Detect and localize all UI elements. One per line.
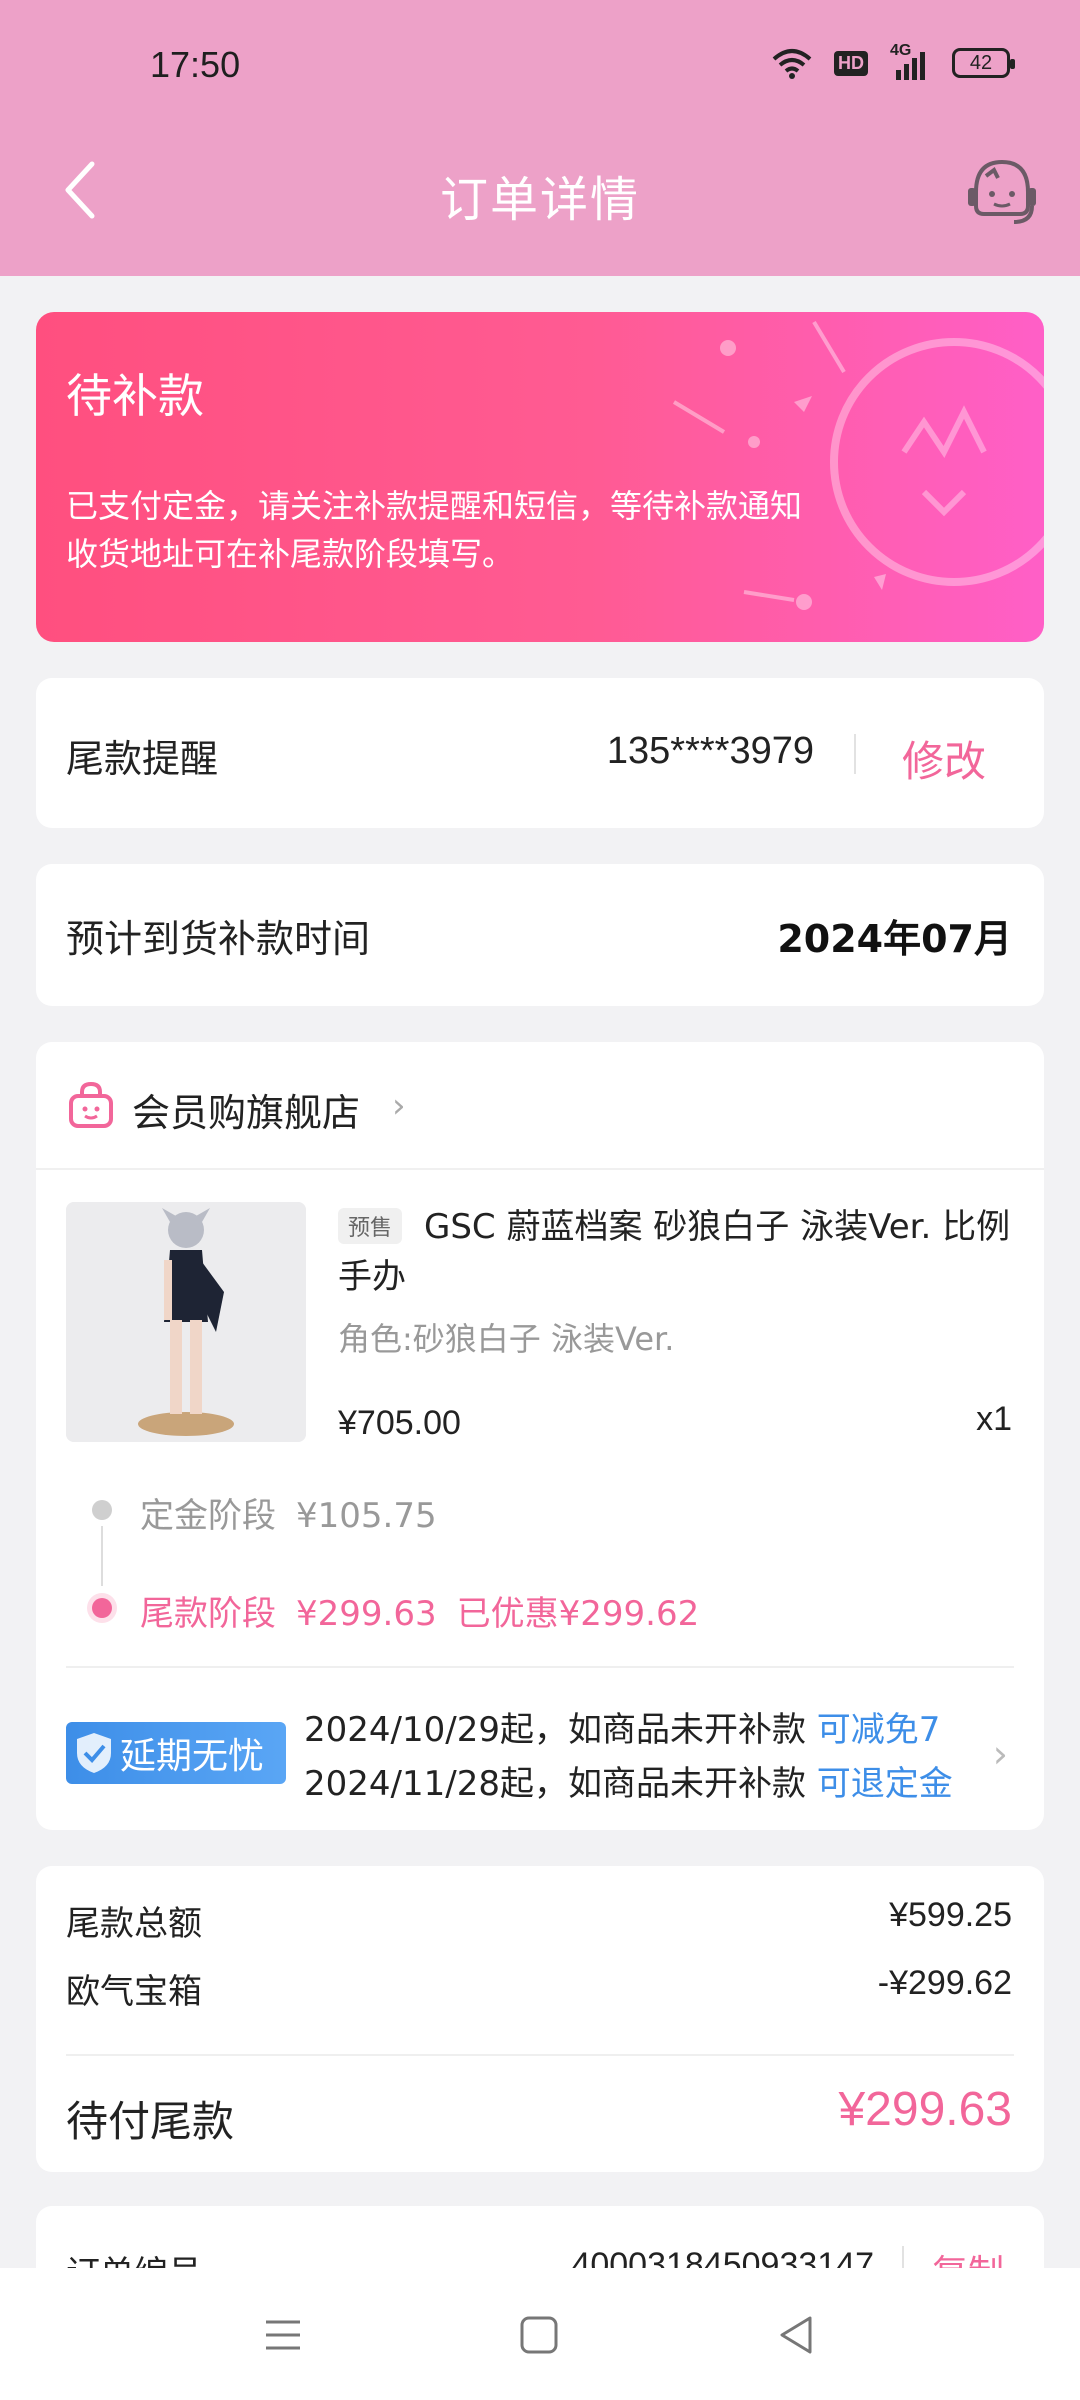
product-quantity: x1 — [976, 1400, 1012, 1438]
hd-icon: HD — [834, 50, 868, 76]
figure-image — [66, 1202, 306, 1442]
deposit-stage-label: 定金阶段 — [140, 1496, 276, 1536]
arrival-value: 2024年07月 — [777, 917, 1012, 961]
guarantee-line-1: 2024/10/29起，如商品未开补款 可减免7 — [304, 1702, 940, 1751]
deposit-stage-dot — [92, 1500, 112, 1520]
lucky-box-label: 欧气宝箱 — [66, 1972, 202, 2012]
final-stage-amount: ¥299.63 — [296, 1594, 437, 1634]
presale-tag: 预售 — [338, 1208, 403, 1244]
final-stage: 尾款阶段 ¥299.63 已优惠¥299.62 — [140, 1586, 719, 1635]
payment-summary-card: 尾款总额 ¥599.25 欧气宝箱 -¥299.62 待付尾款 ¥299.63 — [36, 1866, 1044, 2172]
deposit-stage-amount: ¥105.75 — [296, 1496, 437, 1536]
final-stage-discount: 已优惠¥299.62 — [456, 1594, 700, 1634]
deposit-stage: 定金阶段 ¥105.75 — [140, 1488, 457, 1537]
home-icon[interactable] — [514, 2310, 564, 2360]
reminder-label: 尾款提醒 — [66, 737, 219, 781]
battery-indicator: 42 — [952, 48, 1015, 78]
signal-icon: 4G — [890, 42, 930, 80]
balance-due-value: ¥299.63 — [838, 2083, 1012, 2136]
divider — [66, 2054, 1014, 2056]
chevron-right-icon[interactable]: › — [993, 1732, 1008, 1776]
divider — [66, 1666, 1014, 1668]
arrival-time-card: 预计到货补款时间 2024年07月 — [36, 864, 1044, 1006]
balance-total-value: ¥599.25 — [889, 1896, 1012, 1934]
shop-header[interactable]: 会员购旗舰店 › — [36, 1042, 1044, 1170]
top-bar: 17:50 HD 4G 42 订单详情 — [0, 0, 1080, 276]
shop-order-card: 会员购旗舰店 › GSC 蔚蓝档案 砂狼白子 泳装Ver. 比例手办 预售 角色… — [36, 1042, 1044, 1830]
mascot-decoration-icon — [672, 320, 1044, 610]
arrival-label: 预计到货补款时间 — [66, 917, 371, 961]
guarantee-line-2-text: 2024/11/28起，如商品未开补款 — [304, 1764, 806, 1804]
page-title: 订单详情 — [439, 172, 640, 228]
shopping-bag-icon — [69, 1081, 113, 1128]
stage-connector — [101, 1526, 103, 1586]
edit-reminder-button[interactable]: 修改 — [902, 728, 986, 789]
delay-guarantee-badge[interactable]: 延期无忧 — [66, 1722, 286, 1784]
final-stage-dot — [92, 1598, 112, 1618]
reminder-phone: 135****3979 — [606, 730, 814, 772]
status-icons: HD 4G 42 — [772, 42, 1015, 80]
order-status-title: 待补款 — [66, 369, 204, 423]
wifi-icon — [772, 49, 812, 79]
product-name[interactable]: GSC 蔚蓝档案 砂狼白子 泳装Ver. 比例手办 — [338, 1202, 1018, 1302]
order-status-banner: 待补款 已支付定金，请关注补款提醒和短信，等待补款通知 收货地址可在补尾款阶段填… — [36, 312, 1044, 642]
shop-name: 会员购旗舰店 — [132, 1091, 361, 1135]
guarantee-line-2: 2024/11/28起，如商品未开补款 可退定金 — [304, 1756, 953, 1805]
lucky-box-value: -¥299.62 — [877, 1964, 1012, 2002]
balance-total-label: 尾款总额 — [66, 1904, 202, 1944]
status-time: 17:50 — [150, 44, 241, 85]
guarantee-details[interactable]: 2024/10/29起，如商品未开补款 可减免7 2024/11/28起，如商品… — [304, 1702, 966, 1812]
product-spec: 角色:砂狼白子 泳装Ver. — [338, 1320, 675, 1358]
customer-service-icon[interactable] — [964, 152, 1040, 228]
guarantee-badge-label: 延期无忧 — [120, 1736, 265, 1777]
product-price: ¥705.00 — [338, 1404, 461, 1442]
divider — [854, 734, 856, 774]
shield-check-icon — [77, 1733, 111, 1773]
guarantee-line-1-link[interactable]: 可减免7 — [817, 1710, 941, 1750]
final-stage-label: 尾款阶段 — [140, 1594, 276, 1634]
guarantee-line-2-link[interactable]: 可退定金 — [817, 1764, 953, 1804]
back-triangle-icon[interactable] — [772, 2310, 822, 2360]
balance-reminder-card: 尾款提醒 135****3979 修改 — [36, 678, 1044, 828]
system-nav-bar — [0, 2268, 1080, 2400]
chevron-right-icon: › — [392, 1086, 406, 1126]
menu-icon[interactable] — [258, 2310, 308, 2360]
product-image[interactable] — [66, 1202, 306, 1442]
guarantee-line-1-text: 2024/10/29起，如商品未开补款 — [304, 1710, 806, 1750]
balance-due-label: 待付尾款 — [66, 2097, 235, 2146]
